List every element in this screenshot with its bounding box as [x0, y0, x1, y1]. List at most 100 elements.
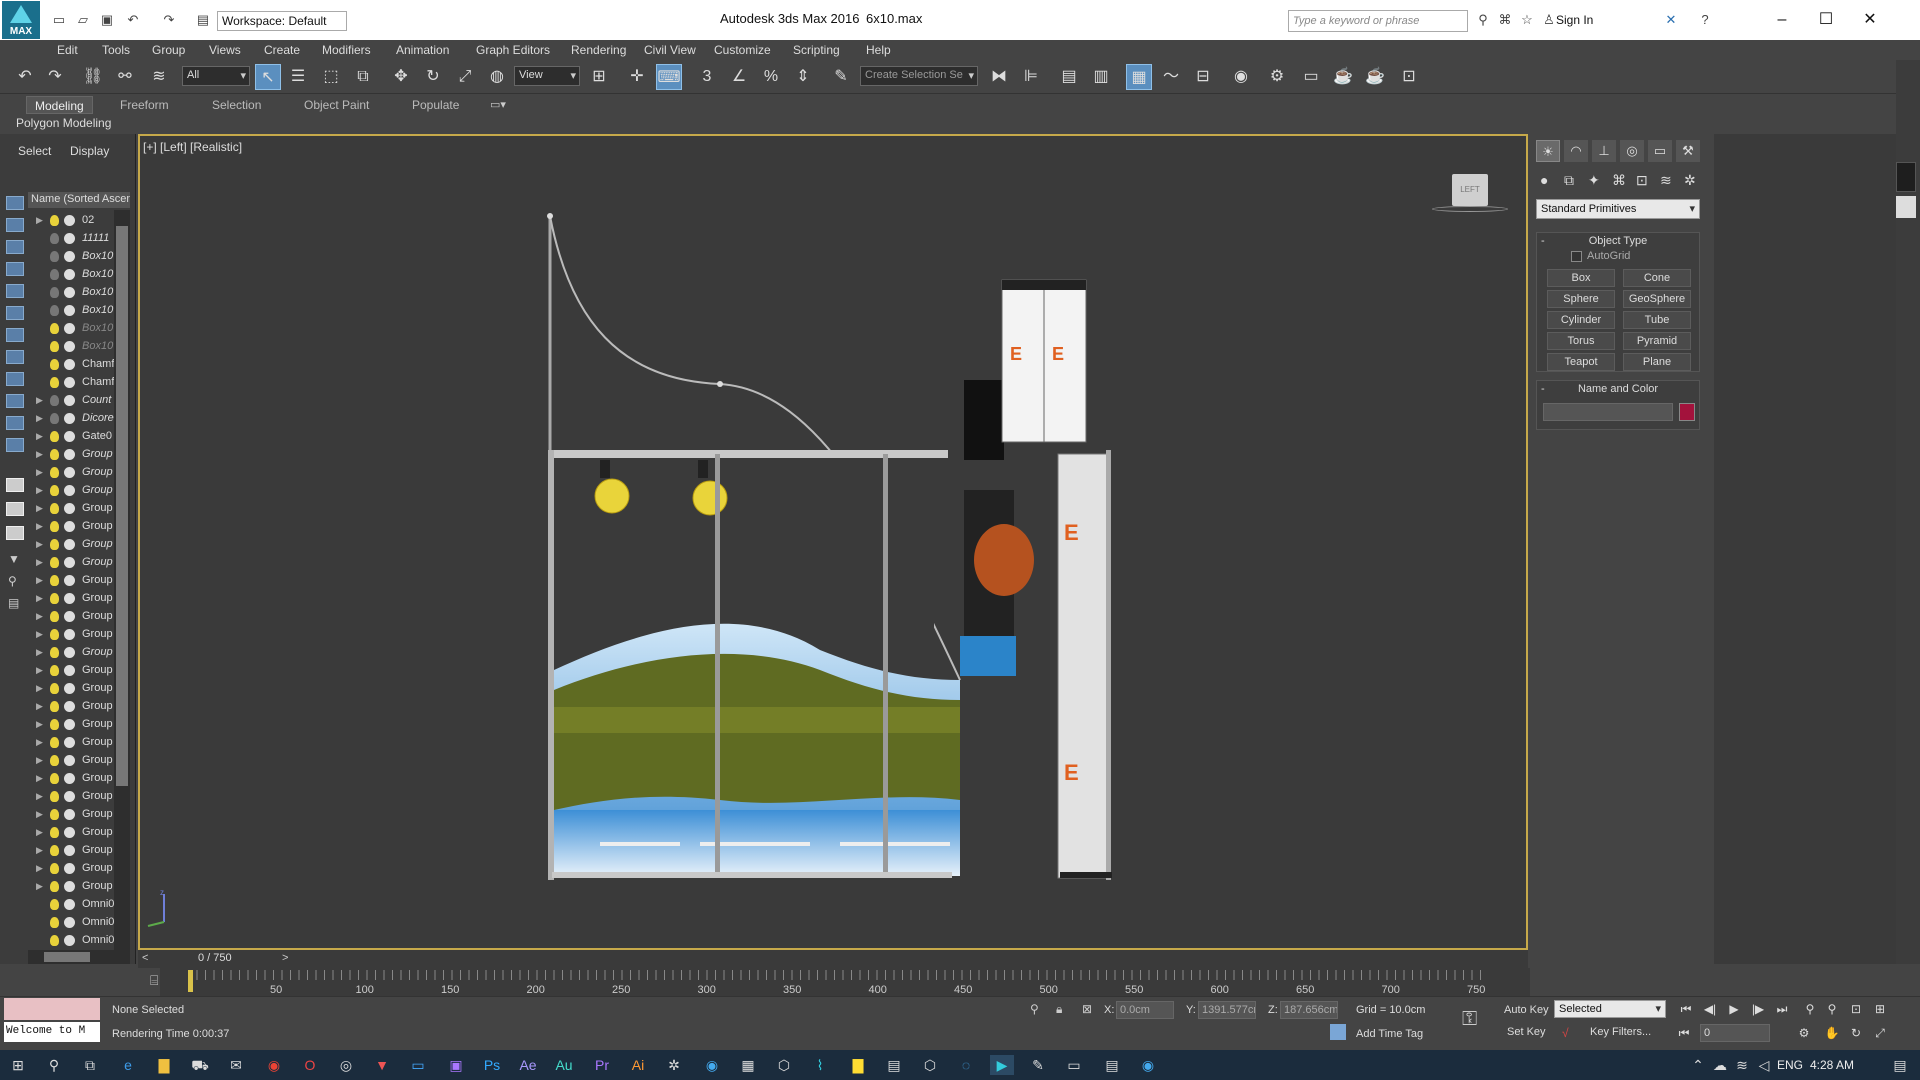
rendered-frame-window-icon[interactable]: ▭ — [1298, 64, 1324, 90]
expand-arrow-icon[interactable]: ▶ — [36, 737, 43, 748]
select-by-name-icon[interactable]: ☰ — [285, 64, 311, 90]
workspace-dropdown[interactable]: Workspace: Default — [217, 11, 347, 31]
side-tab-icon[interactable] — [1896, 196, 1916, 218]
sign-in-button[interactable]: Sign In — [1556, 13, 1593, 27]
expand-arrow-icon[interactable]: ▶ — [36, 215, 43, 226]
select-manipulate-icon[interactable]: ✛ — [624, 64, 650, 90]
display-tab-icon[interactable]: ▭ — [1648, 140, 1672, 162]
light-bulb-icon[interactable] — [50, 899, 59, 910]
tab-freeform[interactable]: Freeform — [112, 96, 177, 114]
zoom-extents-all-icon[interactable]: ⊞ — [1870, 1000, 1890, 1018]
light-bulb-icon[interactable] — [50, 791, 59, 802]
display-xrefs-icon[interactable] — [6, 350, 24, 364]
file-explorer-icon[interactable]: ▇ — [152, 1055, 176, 1075]
bind-space-warp-icon[interactable]: ≋ — [146, 64, 172, 90]
volume-icon[interactable]: ◁ — [1752, 1055, 1776, 1075]
go-to-start-icon[interactable]: ⏮ — [1676, 1000, 1696, 1018]
expand-arrow-icon[interactable]: ▶ — [36, 701, 43, 712]
render-production-icon[interactable]: ☕ — [1330, 64, 1356, 90]
light-bulb-icon[interactable] — [50, 863, 59, 874]
premiere-pro-icon[interactable]: Pr — [590, 1055, 614, 1075]
move-icon[interactable]: ✥ — [388, 64, 414, 90]
light-bulb-icon[interactable] — [50, 449, 59, 460]
tab-modeling[interactable]: Modeling — [26, 96, 93, 114]
graphite-ribbon-icon[interactable]: ▥ — [1088, 64, 1114, 90]
light-bulb-icon[interactable] — [50, 773, 59, 784]
scale-icon[interactable]: ⤢ — [452, 64, 478, 90]
layer-explorer-icon[interactable]: ▤ — [8, 596, 19, 610]
close-button[interactable]: ✕ — [1850, 6, 1890, 34]
y-coordinate-field[interactable]: 1391.577cm — [1198, 1001, 1256, 1019]
light-bulb-icon[interactable] — [50, 269, 59, 280]
store-icon[interactable]: ⛟ — [188, 1055, 212, 1075]
lights-icon[interactable]: ✦ — [1588, 172, 1600, 189]
side-tab-icon[interactable] — [1896, 162, 1916, 192]
expand-arrow-icon[interactable]: ▶ — [36, 539, 43, 550]
light-bulb-icon[interactable] — [50, 359, 59, 370]
expand-arrow-icon[interactable]: ▶ — [36, 791, 43, 802]
z-coordinate-field[interactable]: 187.656cm — [1280, 1001, 1338, 1019]
illustrator-icon[interactable]: Ai — [626, 1055, 650, 1075]
system-tray-up-icon[interactable]: ⌃ — [1686, 1055, 1710, 1075]
zoom-extents-icon[interactable]: ⊡ — [1846, 1000, 1866, 1018]
previous-frame-icon[interactable]: ◀| — [1700, 1000, 1720, 1018]
viewcube-ring[interactable] — [1432, 206, 1508, 212]
search-icon[interactable]: ⚲ — [42, 1055, 66, 1075]
expand-arrow-icon[interactable]: ▶ — [36, 485, 43, 496]
folder-icon[interactable]: ▤ — [882, 1055, 906, 1075]
onedrive-icon[interactable]: ☁ — [1708, 1055, 1732, 1075]
tab-selection[interactable]: Selection — [204, 96, 269, 114]
app-icon[interactable]: ⌇ — [808, 1055, 832, 1075]
light-bulb-icon[interactable] — [50, 467, 59, 478]
undo-icon[interactable]: ↶ — [12, 64, 38, 90]
redo-icon[interactable]: ↷ — [160, 12, 178, 28]
play-icon[interactable]: ▶ — [1724, 1000, 1744, 1018]
schematic-view-icon[interactable]: ⊟ — [1190, 64, 1216, 90]
sticky-notes-icon[interactable]: ▇ — [846, 1055, 870, 1075]
pivot-center-icon[interactable]: ⊞ — [586, 64, 612, 90]
brave-icon[interactable]: ▼ — [370, 1055, 394, 1075]
systems-icon[interactable]: ✲ — [1684, 172, 1696, 189]
window-crossing-icon[interactable]: ⧉ — [350, 64, 376, 90]
display-invert-icon[interactable] — [6, 526, 24, 540]
selection-filter-dropdown[interactable]: All — [182, 66, 250, 86]
app-logo[interactable]: MAX — [2, 1, 40, 39]
light-bulb-icon[interactable] — [50, 323, 59, 334]
motion-tab-icon[interactable]: ◎ — [1620, 140, 1644, 162]
expand-arrow-icon[interactable]: ▶ — [36, 575, 43, 586]
light-bulb-icon[interactable] — [50, 431, 59, 442]
cone-button[interactable]: Cone — [1623, 269, 1691, 287]
pyramid-button[interactable]: Pyramid — [1623, 332, 1691, 350]
expand-arrow-icon[interactable]: ▶ — [36, 827, 43, 838]
modify-tab-icon[interactable]: ◠ — [1564, 140, 1588, 162]
primitive-category-dropdown[interactable]: Standard Primitives — [1536, 199, 1700, 219]
menu-civil-view[interactable]: Civil View — [644, 43, 696, 57]
time-playhead[interactable] — [188, 970, 193, 992]
place-icon[interactable]: ◍ — [484, 64, 510, 90]
app-icon[interactable]: ▦ — [736, 1055, 760, 1075]
network-app-icon[interactable]: ✲ — [662, 1055, 686, 1075]
expand-arrow-icon[interactable]: ▶ — [36, 665, 43, 676]
mini-curve-editor-icon[interactable]: ⌸ — [150, 972, 158, 989]
expand-arrow-icon[interactable]: ▶ — [36, 593, 43, 604]
light-bulb-icon[interactable] — [50, 629, 59, 640]
add-time-tag-icon[interactable] — [1330, 1024, 1346, 1040]
minimize-button[interactable]: – — [1762, 6, 1802, 34]
display-cameras-icon[interactable] — [6, 262, 24, 276]
menu-modifiers[interactable]: Modifiers — [322, 43, 371, 57]
shapes-icon[interactable]: ⧉ — [1564, 172, 1574, 189]
maximize-viewport-icon[interactable]: ⤢ — [1870, 1024, 1890, 1042]
spinner-snap-icon[interactable]: ⇕ — [790, 64, 816, 90]
light-bulb-icon[interactable] — [50, 719, 59, 730]
light-bulb-icon[interactable] — [50, 665, 59, 676]
chrome-icon[interactable]: ◉ — [262, 1055, 286, 1075]
light-bulb-icon[interactable] — [50, 539, 59, 550]
media-player-icon[interactable]: ◎ — [334, 1055, 358, 1075]
key-filters-button[interactable]: Key Filters... — [1590, 1026, 1651, 1038]
display-all-icon[interactable] — [6, 478, 24, 492]
geometry-icon[interactable]: ● — [1540, 172, 1548, 188]
time-slider-prev-icon[interactable]: < — [142, 952, 148, 964]
scene-explorer-toggle-icon[interactable]: ▦ — [1126, 64, 1152, 90]
edit-named-selection-icon[interactable]: ✎ — [828, 64, 854, 90]
ribbon-panel-polygon-modeling[interactable]: Polygon Modeling — [16, 116, 111, 130]
